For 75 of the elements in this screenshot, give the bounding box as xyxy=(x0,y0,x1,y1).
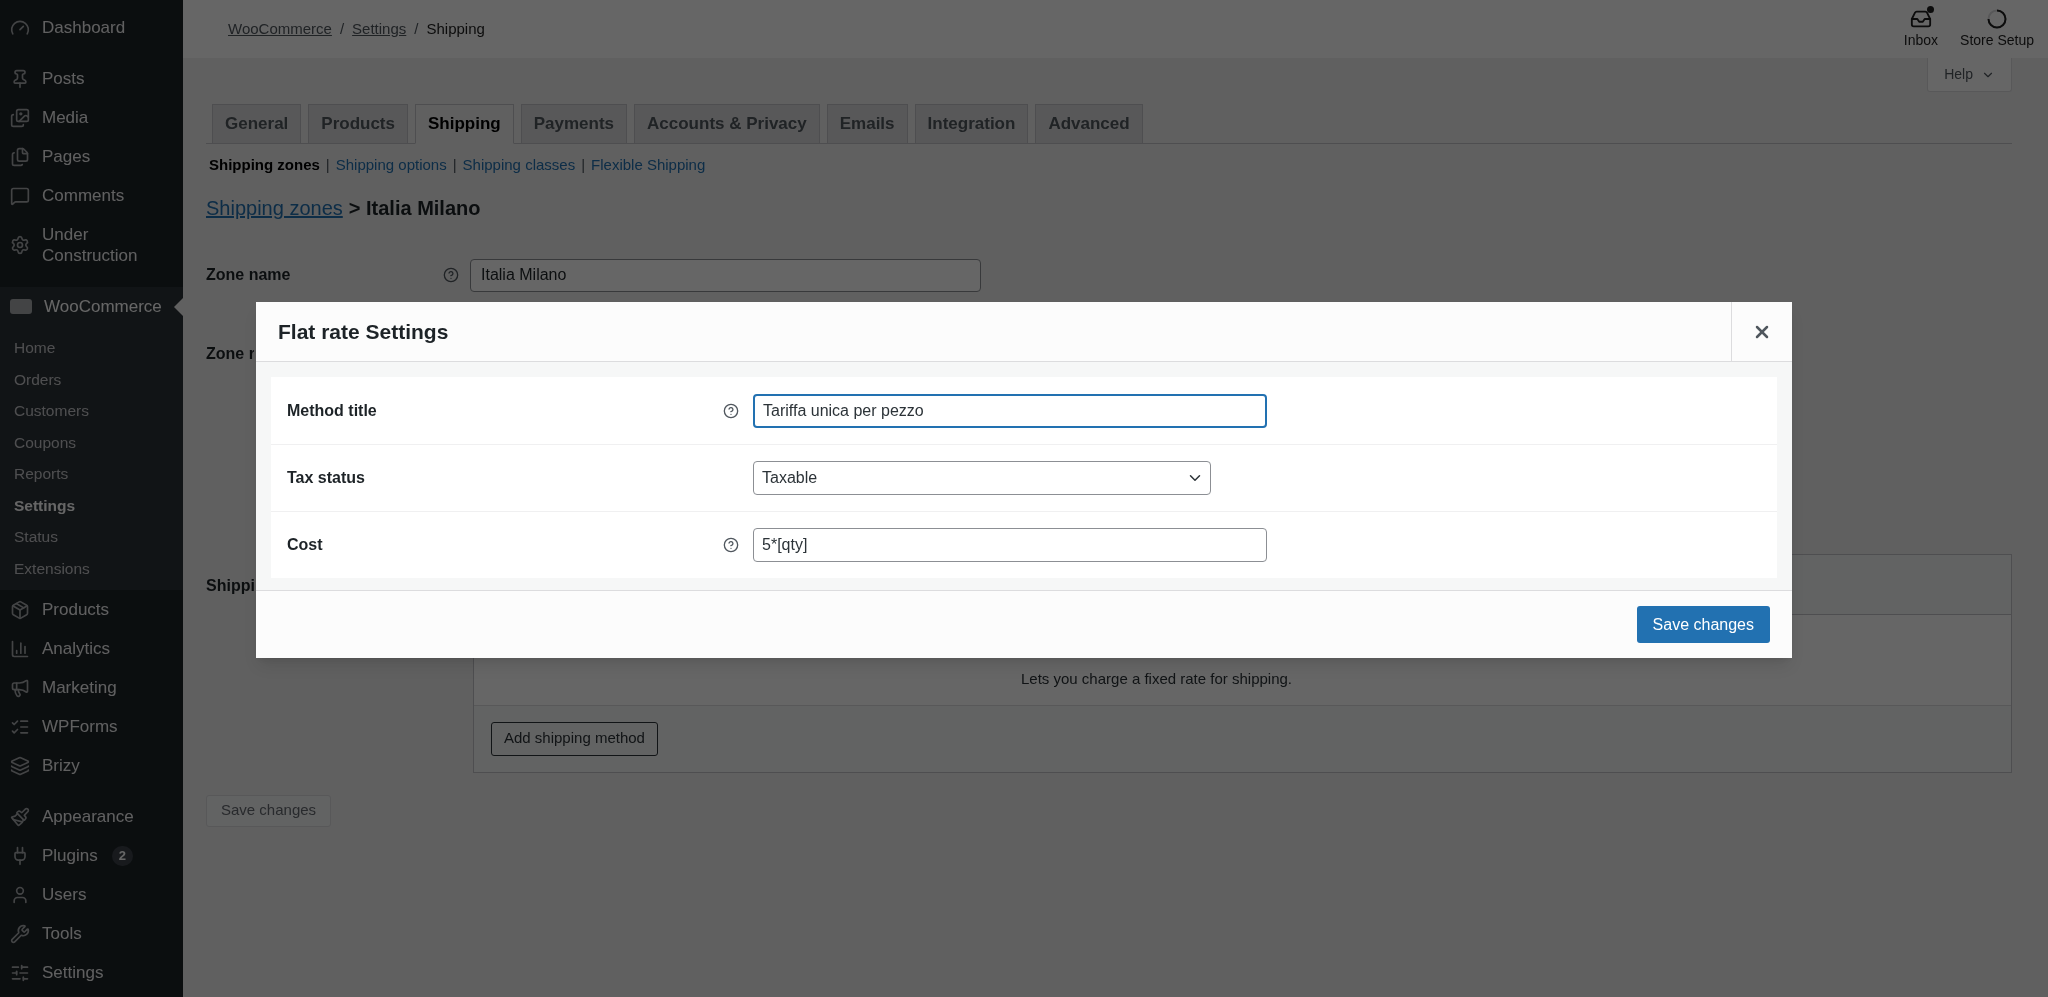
sidebar-item[interactable]: Settings xyxy=(0,953,183,992)
top-action-button[interactable]: Store Setup xyxy=(1956,7,2038,51)
settings-tab[interactable]: General xyxy=(212,104,302,144)
sidebar-item[interactable]: Tools xyxy=(0,914,183,953)
settings-tab[interactable]: Shipping xyxy=(415,104,514,144)
field-label: Cost xyxy=(287,535,324,555)
top-action-button[interactable]: Inbox xyxy=(1899,7,1943,51)
subnav-link[interactable]: Shipping classes xyxy=(462,154,576,177)
subnav-link[interactable]: Flexible Shipping xyxy=(591,154,706,177)
layers-icon xyxy=(10,755,30,776)
sidebar-item[interactable]: Dashboard xyxy=(0,8,183,47)
submenu-item[interactable]: Settings xyxy=(0,489,183,521)
sidebar-item[interactable]: Under Construction xyxy=(0,215,183,275)
breadcrumb-separator: / xyxy=(414,18,419,39)
wrench-icon xyxy=(10,923,30,944)
field-label: Zone r xyxy=(206,343,254,364)
add-shipping-method-button[interactable]: Add shipping method xyxy=(491,721,658,756)
sidebar-item[interactable]: Plugins 2 xyxy=(0,836,183,875)
settings-tab[interactable]: Products xyxy=(308,104,408,144)
sidebar-item[interactable]: WPForms xyxy=(0,707,183,746)
select-field[interactable]: Taxable xyxy=(753,461,1211,495)
settings-tab[interactable]: Payments xyxy=(520,104,628,144)
sidebar-item[interactable]: Pages xyxy=(0,137,183,176)
method-description: Lets you charge a fixed rate for shipping. xyxy=(1021,669,1292,689)
progress-ring-icon xyxy=(1986,7,2009,30)
box-icon xyxy=(10,599,30,620)
save-changes-button[interactable]: Save changes xyxy=(1636,606,1770,643)
subnav-separator: | xyxy=(325,155,330,175)
count-badge: 2 xyxy=(111,845,133,866)
settings-tab[interactable]: Integration xyxy=(914,104,1029,144)
sidebar-item[interactable]: WooCommerce xyxy=(0,287,183,326)
settings-tab[interactable]: Advanced xyxy=(1035,104,1143,144)
breadcrumb-current: Shipping xyxy=(426,18,485,39)
pages-icon xyxy=(10,146,30,167)
text-field[interactable]: 5*[qty] xyxy=(753,528,1267,562)
sidebar-item[interactable]: Products xyxy=(0,590,183,629)
zone-name-field[interactable]: Italia Milano xyxy=(470,258,981,292)
sidebar-item[interactable]: Appearance xyxy=(0,797,183,836)
sliders-icon xyxy=(10,962,30,983)
pin-icon xyxy=(10,68,30,89)
speech-bubble-icon xyxy=(10,185,30,206)
paintbrush-icon xyxy=(10,806,30,827)
inbox-icon xyxy=(1909,7,1932,30)
field-label: Shippi xyxy=(206,575,256,596)
subnav-link[interactable]: Shipping zones xyxy=(209,154,320,177)
help-button[interactable]: Help xyxy=(1927,58,2012,92)
current-pointer-icon xyxy=(174,297,183,316)
heading-link[interactable]: Shipping zones xyxy=(206,192,343,223)
breadcrumb-separator: / xyxy=(339,18,345,39)
breadcrumb-link[interactable]: Settings xyxy=(352,17,407,41)
sidebar-item[interactable]: Marketing xyxy=(0,668,183,707)
settings-tab[interactable]: Emails xyxy=(826,104,908,144)
megaphone-icon xyxy=(10,677,30,698)
modal-title: Flat rate Settings xyxy=(277,318,449,345)
subnav-separator: | xyxy=(581,155,586,175)
sidebar-item[interactable]: Analytics xyxy=(0,629,183,668)
settings-tab[interactable]: Accounts & Privacy xyxy=(634,104,820,144)
sidebar-item[interactable]: Media xyxy=(0,98,183,137)
subnav-link[interactable]: Shipping options xyxy=(335,154,447,177)
breadcrumb-link[interactable]: WooCommerce xyxy=(228,17,332,41)
help-icon xyxy=(443,267,459,283)
gear-icon xyxy=(10,235,30,255)
page-heading: > Italia Milano xyxy=(348,195,481,221)
sidebar-item[interactable]: Comments xyxy=(0,176,183,215)
images-icon xyxy=(10,107,30,128)
sidebar-item[interactable]: Users xyxy=(0,875,183,914)
field-label: Tax status xyxy=(287,468,366,488)
field-label: Method title xyxy=(287,400,378,421)
sidebar-item[interactable]: Posts xyxy=(0,59,183,98)
user-icon xyxy=(10,884,30,905)
text-field[interactable]: Tariffa unica per pezzo xyxy=(753,393,1267,428)
subnav-separator: | xyxy=(452,155,457,175)
sidebar-item[interactable]: Brizy xyxy=(0,746,183,785)
field-label: Zone name xyxy=(206,265,292,285)
bar-chart-icon xyxy=(10,638,30,659)
